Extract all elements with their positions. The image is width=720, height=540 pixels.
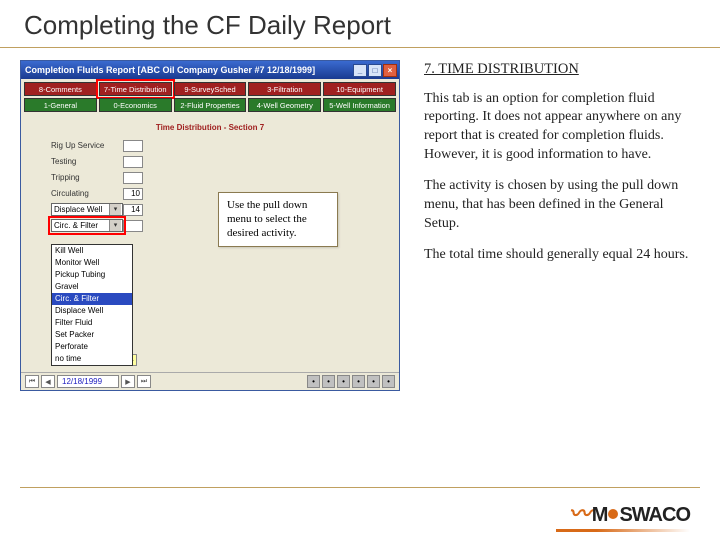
activity-row: Circulating10 <box>51 186 171 201</box>
activity-label: Testing <box>51 157 123 166</box>
dropdown-item[interactable]: Displace Well <box>52 305 132 317</box>
activity-row: Testing <box>51 154 171 169</box>
activity-label: Circulating <box>51 189 123 198</box>
toolbar-icon[interactable]: • <box>337 375 350 388</box>
brand-logo: 〰M SWACO <box>569 496 690 528</box>
body-paragraph: The activity is chosen by using the pull… <box>424 177 700 234</box>
hours-input[interactable] <box>123 172 143 184</box>
tab-time-distribution[interactable]: 7-Time Distribution <box>99 82 172 96</box>
slide-title: Completing the CF Daily Report <box>0 0 720 48</box>
tab-filtration[interactable]: 3-Filtration <box>248 82 321 96</box>
nav-last-button[interactable]: ⏭ <box>137 375 151 388</box>
logo-dot-icon <box>608 509 618 519</box>
nav-prev-button[interactable]: ◀ <box>41 375 55 388</box>
dropdown-item[interactable]: Set Packer <box>52 329 132 341</box>
logo-underline <box>556 529 690 532</box>
activity-dropdown[interactable]: Kill Well Monitor Well Pickup Tubing Gra… <box>51 244 133 366</box>
logo-swoosh-icon: 〰 <box>569 501 590 526</box>
toolbar-icon[interactable]: • <box>307 375 320 388</box>
dropdown-item[interactable]: no time <box>52 353 132 365</box>
tab-fluid-props[interactable]: 2-Fluid Properties <box>174 98 247 112</box>
dropdown-item[interactable]: Circ. & Filter <box>52 293 132 305</box>
screenshot-column: Completion Fluids Report [ABC Oil Compan… <box>20 60 410 391</box>
tab-economics[interactable]: 0-Economics <box>99 98 172 112</box>
maximize-button[interactable]: □ <box>368 64 382 77</box>
toolbar-icon[interactable]: • <box>382 375 395 388</box>
logo-text-swaco: SWACO <box>619 504 690 526</box>
hours-input[interactable] <box>123 220 143 232</box>
activity-row: Circ. & Filter <box>51 218 171 233</box>
tab-well-info[interactable]: 5-Well Information <box>323 98 396 112</box>
activity-select-open[interactable]: Circ. & Filter <box>51 219 123 232</box>
activity-label: Tripping <box>51 173 123 182</box>
app-window: Completion Fluids Report [ABC Oil Compan… <box>20 60 400 391</box>
logo-text-m: M <box>592 504 608 526</box>
activity-select[interactable]: Displace Well <box>51 203 123 216</box>
dropdown-item[interactable]: Pickup Tubing <box>52 269 132 281</box>
toolbar-icon[interactable]: • <box>322 375 335 388</box>
nav-next-button[interactable]: ▶ <box>121 375 135 388</box>
dropdown-item[interactable]: Gravel <box>52 281 132 293</box>
activity-column: Rig Up Service Testing Tripping Circulat… <box>51 138 171 234</box>
hours-input[interactable]: 10 <box>123 188 143 200</box>
status-bar: ⏮ ◀ 12/18/1999 ▶ ⏭ • • • • • • <box>21 372 399 390</box>
hours-input[interactable]: 14 <box>123 204 143 216</box>
hours-input[interactable] <box>123 140 143 152</box>
activity-row: Displace Well14 <box>51 202 171 217</box>
toolbar-icon[interactable]: • <box>352 375 365 388</box>
dropdown-item[interactable]: Kill Well <box>52 245 132 257</box>
panel-title: Time Distribution - Section 7 <box>21 115 399 138</box>
activity-label: Rig Up Service <box>51 141 123 150</box>
section-heading: 7. TIME DISTRIBUTION <box>424 60 700 80</box>
dropdown-item[interactable]: Perforate <box>52 341 132 353</box>
tab-survey[interactable]: 9-SurveySched <box>174 82 247 96</box>
tab-comments[interactable]: 8-Comments <box>24 82 97 96</box>
date-field[interactable]: 12/18/1999 <box>57 375 119 388</box>
explanation-column: 7. TIME DISTRIBUTION This tab is an opti… <box>424 60 700 391</box>
footer-divider <box>20 487 700 488</box>
tab-well-geometry[interactable]: 4-Well Geometry <box>248 98 321 112</box>
minimize-button[interactable]: _ <box>353 64 367 77</box>
body-paragraph: The total time should generally equal 24… <box>424 246 700 265</box>
dropdown-item[interactable]: Filter Fluid <box>52 317 132 329</box>
dropdown-item[interactable]: Monitor Well <box>52 257 132 269</box>
nav-first-button[interactable]: ⏮ <box>25 375 39 388</box>
toolbar-icon[interactable]: • <box>367 375 380 388</box>
window-titlebar: Completion Fluids Report [ABC Oil Compan… <box>21 61 399 79</box>
tab-strip: 8-Comments 7-Time Distribution 9-SurveyS… <box>21 79 399 115</box>
content-row: Completion Fluids Report [ABC Oil Compan… <box>0 48 720 391</box>
body-paragraph: This tab is an option for completion flu… <box>424 90 700 166</box>
hours-input[interactable] <box>123 156 143 168</box>
tab-equipment[interactable]: 10-Equipment <box>323 82 396 96</box>
window-buttons: _ □ × <box>353 64 397 77</box>
window-title: Completion Fluids Report [ABC Oil Compan… <box>25 65 353 75</box>
activity-row: Rig Up Service <box>51 138 171 153</box>
close-button[interactable]: × <box>383 64 397 77</box>
callout-box: Use the pull down menu to select the des… <box>218 192 338 247</box>
activity-row: Tripping <box>51 170 171 185</box>
activity-grid: Rig Up Service Testing Tripping Circulat… <box>21 138 399 238</box>
tab-general[interactable]: 1-General <box>24 98 97 112</box>
